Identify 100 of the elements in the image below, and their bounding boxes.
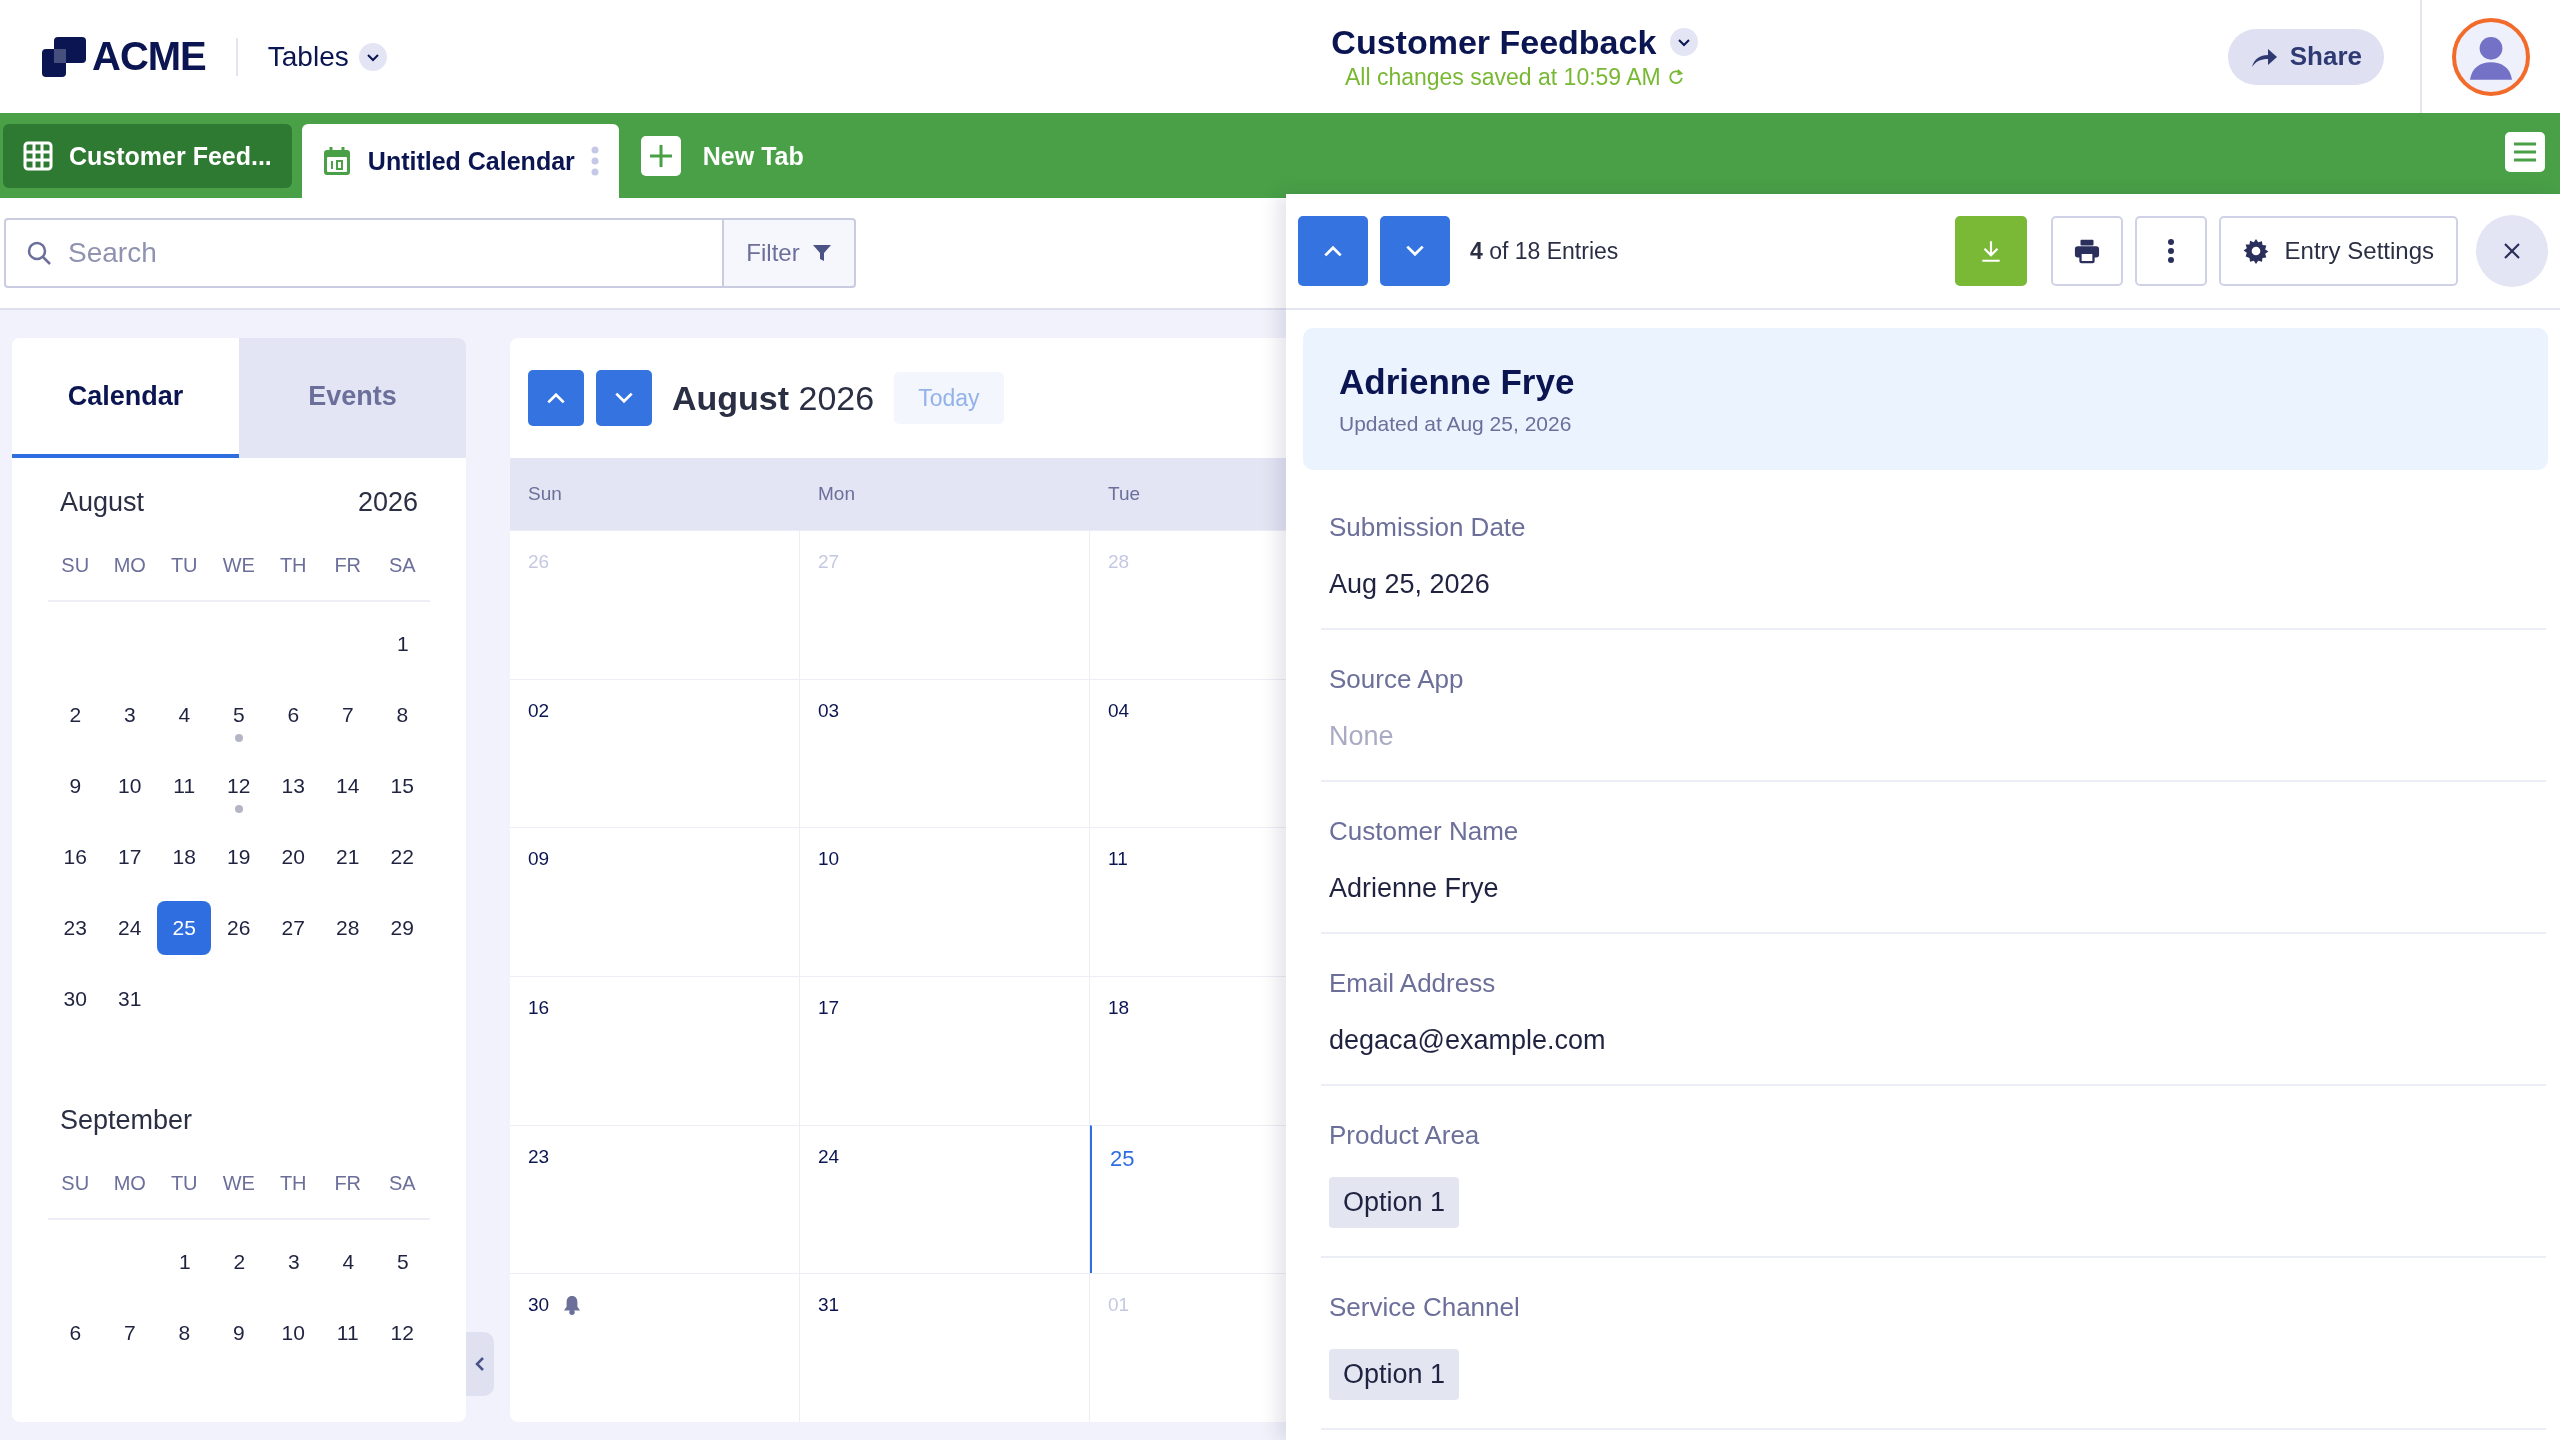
field-value: Aug 25, 2026 — [1328, 569, 1491, 600]
filter-button[interactable]: Filter — [724, 218, 856, 288]
calendar-day[interactable]: 2 — [212, 1234, 267, 1289]
download-button[interactable] — [1954, 216, 2027, 286]
calendar-day[interactable]: 19 — [211, 829, 266, 884]
next-entry-button[interactable] — [1380, 216, 1450, 286]
weekday-header: Tue — [1090, 458, 1286, 530]
calendar-day[interactable]: 15 — [375, 758, 430, 813]
chevron-down-icon — [358, 42, 387, 71]
calendar-day[interactable]: 10 — [102, 758, 157, 813]
calendar-day[interactable]: 22 — [375, 829, 430, 884]
print-button[interactable] — [2050, 216, 2123, 286]
calendar-day[interactable]: 8 — [375, 687, 430, 742]
day-cell[interactable]: 02 — [510, 678, 800, 828]
calendar-day[interactable]: 11 — [157, 758, 212, 813]
day-cell[interactable]: 17 — [800, 976, 1090, 1125]
entry-settings-button[interactable]: Entry Settings — [2218, 216, 2458, 286]
day-cell[interactable]: 30 — [510, 1273, 800, 1422]
calendar-day[interactable]: 16 — [48, 829, 103, 884]
tab[interactable]: Customer Feed... — [3, 124, 292, 188]
day-cell[interactable]: 03 — [800, 678, 1090, 828]
previous-entry-button[interactable] — [1298, 216, 1368, 286]
save-status: All changes saved at 10:59 AM — [1344, 63, 1661, 91]
calendar-day[interactable]: 12 — [375, 1305, 430, 1360]
day-cell[interactable]: 16 — [510, 976, 800, 1125]
calendar-day[interactable]: 13 — [266, 758, 321, 813]
calendar-day[interactable]: 10 — [266, 1305, 321, 1360]
calendar-day[interactable]: 9 — [48, 758, 103, 813]
year-label: 2026 — [357, 486, 418, 518]
share-button[interactable]: Share — [2227, 28, 2384, 85]
calendar-day[interactable]: 3 — [102, 687, 157, 742]
calendar-day[interactable]: 5 — [375, 1234, 430, 1289]
weekday-label: FR — [333, 1171, 363, 1195]
more-options-button[interactable] — [2134, 216, 2207, 286]
chevron-up-icon — [1322, 244, 1344, 258]
calendar-day[interactable]: 7 — [320, 687, 375, 742]
field-label: Product Area — [1328, 1120, 1481, 1151]
option-tag: Option 1 — [1329, 1349, 1460, 1400]
calendar-day[interactable]: 28 — [320, 900, 375, 955]
calendar-day[interactable]: 30 — [48, 971, 103, 1026]
search-field[interactable]: Search — [4, 218, 724, 288]
drag-handle-icon[interactable] — [590, 146, 599, 176]
calendar-day[interactable]: 26 — [211, 900, 266, 955]
collapse-button[interactable] — [466, 1332, 494, 1396]
calendar-day[interactable]: 1 — [157, 1234, 212, 1289]
calendar-day[interactable]: 24 — [102, 900, 157, 955]
calendar-day[interactable]: 8 — [157, 1305, 212, 1360]
gear-icon — [2242, 238, 2269, 264]
calendar-day[interactable]: 27 — [266, 900, 321, 955]
calendar-day[interactable]: 3 — [266, 1234, 321, 1289]
previous-month-button[interactable] — [528, 370, 584, 426]
chevron-down-icon[interactable] — [1670, 28, 1699, 56]
close-icon — [2502, 241, 2522, 261]
tab[interactable]: Untitled Calendar — [301, 124, 619, 198]
weekday-label: SU — [60, 553, 91, 577]
calendar-day[interactable]: 4 — [157, 687, 212, 742]
field-value: degaca@example.com — [1328, 1025, 1607, 1056]
day-number: 25 — [1110, 1145, 1135, 1172]
day-number: 02 — [528, 699, 550, 722]
panel-tab[interactable]: Events — [239, 338, 466, 458]
chevron-down-icon — [613, 391, 635, 405]
panel-tab[interactable]: Calendar — [12, 338, 239, 458]
calendar-day[interactable]: 6 — [48, 1305, 103, 1360]
day-cell[interactable]: 31 — [800, 1273, 1090, 1422]
day-number: 23 — [528, 1145, 550, 1168]
calendar-day[interactable]: 18 — [157, 829, 212, 884]
logo-icon — [42, 36, 86, 77]
calendar-day[interactable]: 9 — [211, 1305, 266, 1360]
menu-icon[interactable] — [2505, 132, 2545, 172]
calendar-day[interactable]: 14 — [320, 758, 375, 813]
calendar-day[interactable]: 11 — [320, 1305, 375, 1360]
day-cell[interactable]: 10 — [800, 827, 1090, 976]
day-number: 26 — [528, 551, 550, 573]
calendar-day[interactable]: 29 — [375, 900, 430, 955]
calendar-day[interactable]: 1 — [375, 616, 430, 671]
calendar-day[interactable]: 12 — [211, 758, 266, 813]
day-number: 18 — [1108, 997, 1130, 1019]
calendar-day[interactable]: 20 — [266, 829, 321, 884]
weekday-header: Mon — [800, 458, 1090, 530]
calendar-day[interactable]: 23 — [48, 900, 103, 955]
calendar-day[interactable]: 2 — [48, 687, 103, 742]
calendar-day[interactable]: 21 — [320, 829, 375, 884]
field-value: Adrienne Frye — [1328, 873, 1500, 904]
day-cell[interactable]: 23 — [510, 1124, 800, 1274]
day-cell[interactable]: 24 — [800, 1124, 1090, 1274]
tables-menu[interactable]: Tables — [267, 40, 387, 73]
calendar-day[interactable]: 25 — [157, 900, 212, 955]
calendar-day[interactable]: 17 — [102, 829, 157, 884]
next-month-button[interactable] — [596, 370, 652, 426]
form-title: Customer Feedback — [1331, 22, 1657, 62]
day-cell[interactable]: 09 — [510, 827, 800, 976]
field-label: Submission Date — [1328, 512, 1527, 543]
weekday-header: Sun — [510, 458, 800, 530]
weekday-label: TH — [278, 1171, 308, 1195]
calendar-day[interactable]: 7 — [102, 1305, 157, 1360]
calendar-day[interactable]: 6 — [266, 687, 321, 742]
calendar-day[interactable]: 5 — [211, 687, 266, 742]
calendar-day[interactable]: 4 — [321, 1234, 376, 1289]
refresh-icon — [1666, 68, 1685, 86]
calendar-day[interactable]: 31 — [102, 971, 157, 1026]
